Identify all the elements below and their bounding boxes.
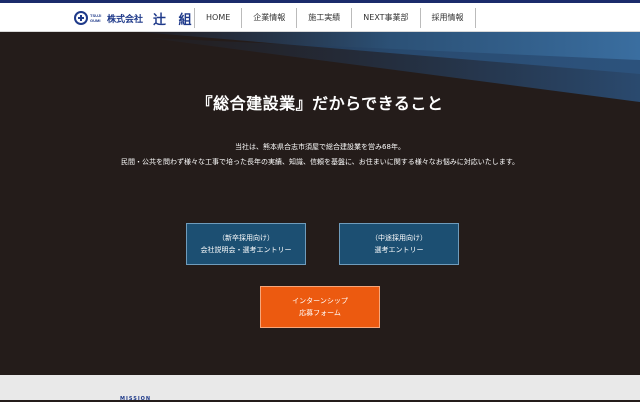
nav-item-company[interactable]: 企業情報: [241, 8, 296, 28]
internship-form-label2: 応募フォーム: [299, 309, 341, 317]
hero-section: 『総合建設業』だからできること 当社は、熊本県合志市須屋で総合建設業を営み68年…: [0, 32, 640, 375]
hero-intro-line2: 民間・公共を問わず様々な工事で培った長年の実績、知識、信頼を基盤に、お住まいに関…: [120, 158, 520, 166]
logo-company-name: 辻 組: [153, 12, 196, 28]
logo-mark-icon: [74, 11, 88, 25]
mission-label: MISSION: [120, 396, 152, 402]
nav-item-works[interactable]: 施工実績: [296, 8, 351, 28]
internship-form-button[interactable]: インターンシップ 応募フォーム: [260, 286, 380, 328]
logo-subtext: TSUJI GUMI: [90, 13, 102, 23]
hero-title: 『総合建設業』だからできること: [196, 94, 444, 113]
internship-form-label1: インターンシップ: [292, 297, 348, 305]
hero-intro-line1: 当社は、熊本県合志市須屋で総合建設業を営み68年。: [235, 143, 405, 151]
mission-section: MISSION: [0, 375, 640, 402]
new-grad-entry-button[interactable]: （新卒採用向け） 会社説明会・選考エントリー: [186, 223, 306, 265]
mid-career-entry-sub: （中途採用向け）: [371, 234, 427, 242]
company-logo[interactable]: TSUJI GUMI 株式会社 辻 組: [74, 9, 196, 28]
logo-kabushiki: 株式会社: [107, 14, 144, 25]
new-grad-entry-sub: （新卒採用向け）: [218, 234, 274, 242]
mid-career-entry-label: 選考エントリー: [374, 246, 424, 254]
nav-item-recruit[interactable]: 採用情報: [419, 8, 476, 28]
nav-item-home[interactable]: HOME: [194, 8, 241, 28]
new-grad-entry-label: 会社説明会・選考エントリー: [200, 246, 292, 254]
global-nav: HOME 企業情報 施工実績 NEXT事業部 採用情報: [194, 8, 476, 28]
mid-career-entry-button[interactable]: （中途採用向け） 選考エントリー: [339, 223, 459, 265]
site-header: TSUJI GUMI 株式会社 辻 組 HOME 企業情報 施工実績 NEXT事…: [0, 3, 640, 32]
nav-item-next[interactable]: NEXT事業部: [351, 8, 419, 28]
